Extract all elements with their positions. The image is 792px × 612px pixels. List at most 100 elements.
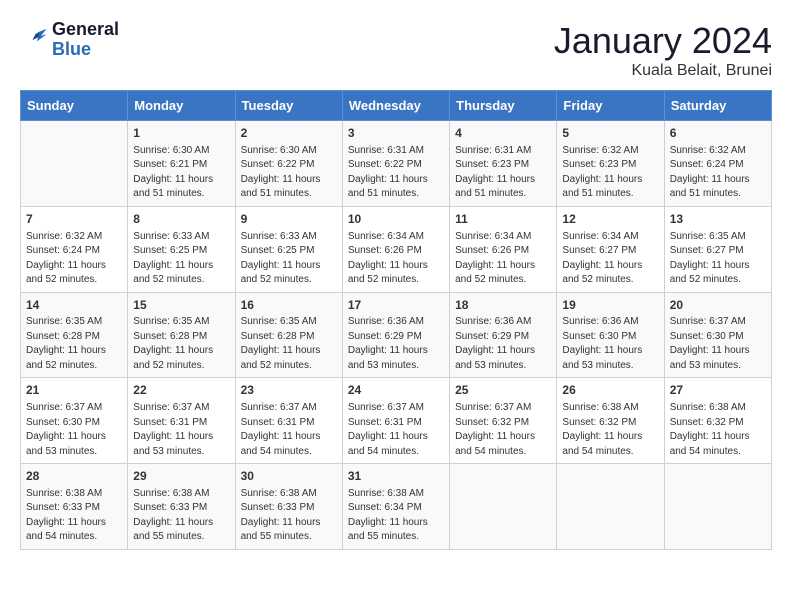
day-number: 13 bbox=[670, 211, 766, 228]
day-info: Sunrise: 6:35 AM Sunset: 6:28 PM Dayligh… bbox=[133, 315, 229, 373]
calendar-cell: 30 Sunrise: 6:38 AM Sunset: 6:33 PM Dayli… bbox=[235, 464, 342, 550]
day-number: 7 bbox=[26, 211, 122, 228]
calendar-cell: 16Sunrise: 6:35 AM Sunset: 6:28 PM Dayli… bbox=[235, 292, 342, 378]
calendar-cell: 12 Sunrise: 6:34 AM Sunset: 6:27 PM Dayli… bbox=[557, 206, 664, 292]
calendar-cell: 18Sunrise: 6:36 AM Sunset: 6:29 PM Dayli… bbox=[450, 292, 557, 378]
calendar-cell: 11 Sunrise: 6:34 AM Sunset: 6:26 PM Dayli… bbox=[450, 206, 557, 292]
location: Kuala Belait, Brunei bbox=[554, 62, 772, 80]
calendar-cell bbox=[450, 464, 557, 550]
day-number: 16 bbox=[241, 297, 337, 314]
day-info: Sunrise: 6:37 AM Sunset: 6:32 PM Dayligh… bbox=[455, 401, 551, 459]
day-number: 17 bbox=[348, 297, 444, 314]
title-block: January 2024 Kuala Belait, Brunei bbox=[554, 20, 772, 80]
day-number: 30 bbox=[241, 468, 337, 485]
calendar-cell bbox=[557, 464, 664, 550]
day-info: Sunrise: 6:35 AM Sunset: 6:28 PM Dayligh… bbox=[241, 315, 337, 373]
calendar-cell bbox=[664, 464, 771, 550]
calendar-cell: 9 Sunrise: 6:33 AM Sunset: 6:25 PM Daylig… bbox=[235, 206, 342, 292]
weekday-header-row: SundayMondayTuesdayWednesdayThursdayFrid… bbox=[21, 91, 772, 121]
weekday-header: Friday bbox=[557, 91, 664, 121]
day-number: 25 bbox=[455, 382, 551, 399]
calendar-cell: 3 Sunrise: 6:31 AM Sunset: 6:22 PM Daylig… bbox=[342, 121, 449, 207]
day-info: Sunrise: 6:31 AM Sunset: 6:22 PM Dayligh… bbox=[348, 144, 444, 202]
calendar-cell: 6 Sunrise: 6:32 AM Sunset: 6:24 PM Daylig… bbox=[664, 121, 771, 207]
month-title: January 2024 bbox=[554, 20, 772, 62]
calendar-cell: 25 Sunrise: 6:37 AM Sunset: 6:32 PM Dayli… bbox=[450, 378, 557, 464]
day-number: 18 bbox=[455, 297, 551, 314]
day-number: 2 bbox=[241, 125, 337, 142]
calendar-week-row: 21Sunrise: 6:37 AM Sunset: 6:30 PM Dayli… bbox=[21, 378, 772, 464]
day-number: 9 bbox=[241, 211, 337, 228]
day-number: 22 bbox=[133, 382, 229, 399]
weekday-header: Saturday bbox=[664, 91, 771, 121]
calendar-cell: 1 Sunrise: 6:30 AM Sunset: 6:21 PM Daylig… bbox=[128, 121, 235, 207]
day-info: Sunrise: 6:33 AM Sunset: 6:25 PM Dayligh… bbox=[241, 230, 337, 288]
calendar-cell: 23Sunrise: 6:37 AM Sunset: 6:31 PM Dayli… bbox=[235, 378, 342, 464]
calendar-cell: 10Sunrise: 6:34 AM Sunset: 6:26 PM Dayli… bbox=[342, 206, 449, 292]
weekday-header: Wednesday bbox=[342, 91, 449, 121]
day-info: Sunrise: 6:36 AM Sunset: 6:30 PM Dayligh… bbox=[562, 315, 658, 373]
day-info: Sunrise: 6:37 AM Sunset: 6:30 PM Dayligh… bbox=[670, 315, 766, 373]
day-number: 6 bbox=[670, 125, 766, 142]
calendar-cell: 15Sunrise: 6:35 AM Sunset: 6:28 PM Dayli… bbox=[128, 292, 235, 378]
weekday-header: Thursday bbox=[450, 91, 557, 121]
logo-blue: Blue bbox=[52, 39, 91, 59]
calendar-cell: 4Sunrise: 6:31 AM Sunset: 6:23 PM Daylig… bbox=[450, 121, 557, 207]
day-info: Sunrise: 6:37 AM Sunset: 6:31 PM Dayligh… bbox=[241, 401, 337, 459]
day-number: 11 bbox=[455, 211, 551, 228]
day-number: 15 bbox=[133, 297, 229, 314]
day-number: 14 bbox=[26, 297, 122, 314]
day-info: Sunrise: 6:36 AM Sunset: 6:29 PM Dayligh… bbox=[455, 315, 551, 373]
calendar-week-row: 28 Sunrise: 6:38 AM Sunset: 6:33 PM Dayli… bbox=[21, 464, 772, 550]
logo: General Blue bbox=[20, 20, 119, 60]
day-number: 24 bbox=[348, 382, 444, 399]
day-number: 20 bbox=[670, 297, 766, 314]
logo-icon bbox=[20, 26, 48, 54]
day-info: Sunrise: 6:32 AM Sunset: 6:24 PM Dayligh… bbox=[26, 230, 122, 288]
calendar-cell: 13 Sunrise: 6:35 AM Sunset: 6:27 PM Dayli… bbox=[664, 206, 771, 292]
day-info: Sunrise: 6:36 AM Sunset: 6:29 PM Dayligh… bbox=[348, 315, 444, 373]
calendar-cell: 26 Sunrise: 6:38 AM Sunset: 6:32 PM Dayli… bbox=[557, 378, 664, 464]
calendar-table: SundayMondayTuesdayWednesdayThursdayFrid… bbox=[20, 90, 772, 550]
calendar-cell: 19Sunrise: 6:36 AM Sunset: 6:30 PM Dayli… bbox=[557, 292, 664, 378]
day-number: 19 bbox=[562, 297, 658, 314]
day-info: Sunrise: 6:35 AM Sunset: 6:27 PM Dayligh… bbox=[670, 230, 766, 288]
day-number: 21 bbox=[26, 382, 122, 399]
day-number: 26 bbox=[562, 382, 658, 399]
day-info: Sunrise: 6:38 AM Sunset: 6:33 PM Dayligh… bbox=[133, 487, 229, 545]
calendar-week-row: 14Sunrise: 6:35 AM Sunset: 6:28 PM Dayli… bbox=[21, 292, 772, 378]
day-info: Sunrise: 6:32 AM Sunset: 6:24 PM Dayligh… bbox=[670, 144, 766, 202]
day-number: 3 bbox=[348, 125, 444, 142]
day-info: Sunrise: 6:38 AM Sunset: 6:32 PM Dayligh… bbox=[562, 401, 658, 459]
calendar-cell: 24 Sunrise: 6:37 AM Sunset: 6:31 PM Dayli… bbox=[342, 378, 449, 464]
day-info: Sunrise: 6:38 AM Sunset: 6:33 PM Dayligh… bbox=[26, 487, 122, 545]
weekday-header: Sunday bbox=[21, 91, 128, 121]
day-info: Sunrise: 6:35 AM Sunset: 6:28 PM Dayligh… bbox=[26, 315, 122, 373]
day-number: 29 bbox=[133, 468, 229, 485]
day-info: Sunrise: 6:34 AM Sunset: 6:26 PM Dayligh… bbox=[455, 230, 551, 288]
day-info: Sunrise: 6:30 AM Sunset: 6:21 PM Dayligh… bbox=[133, 144, 229, 202]
day-info: Sunrise: 6:34 AM Sunset: 6:27 PM Dayligh… bbox=[562, 230, 658, 288]
day-number: 28 bbox=[26, 468, 122, 485]
day-number: 12 bbox=[562, 211, 658, 228]
calendar-cell: 22 Sunrise: 6:37 AM Sunset: 6:31 PM Dayli… bbox=[128, 378, 235, 464]
calendar-week-row: 7 Sunrise: 6:32 AM Sunset: 6:24 PM Daylig… bbox=[21, 206, 772, 292]
day-number: 4 bbox=[455, 125, 551, 142]
day-info: Sunrise: 6:37 AM Sunset: 6:31 PM Dayligh… bbox=[348, 401, 444, 459]
day-info: Sunrise: 6:37 AM Sunset: 6:31 PM Dayligh… bbox=[133, 401, 229, 459]
page-header: General Blue January 2024 Kuala Belait, … bbox=[20, 20, 772, 80]
day-number: 10 bbox=[348, 211, 444, 228]
calendar-cell: 27Sunrise: 6:38 AM Sunset: 6:32 PM Dayli… bbox=[664, 378, 771, 464]
day-number: 27 bbox=[670, 382, 766, 399]
calendar-cell: 14Sunrise: 6:35 AM Sunset: 6:28 PM Dayli… bbox=[21, 292, 128, 378]
day-info: Sunrise: 6:38 AM Sunset: 6:33 PM Dayligh… bbox=[241, 487, 337, 545]
weekday-header: Monday bbox=[128, 91, 235, 121]
calendar-cell: 29 Sunrise: 6:38 AM Sunset: 6:33 PM Dayli… bbox=[128, 464, 235, 550]
day-info: Sunrise: 6:30 AM Sunset: 6:22 PM Dayligh… bbox=[241, 144, 337, 202]
day-number: 1 bbox=[133, 125, 229, 142]
day-info: Sunrise: 6:33 AM Sunset: 6:25 PM Dayligh… bbox=[133, 230, 229, 288]
day-info: Sunrise: 6:32 AM Sunset: 6:23 PM Dayligh… bbox=[562, 144, 658, 202]
day-info: Sunrise: 6:38 AM Sunset: 6:34 PM Dayligh… bbox=[348, 487, 444, 545]
calendar-cell bbox=[21, 121, 128, 207]
calendar-cell: 8Sunrise: 6:33 AM Sunset: 6:25 PM Daylig… bbox=[128, 206, 235, 292]
